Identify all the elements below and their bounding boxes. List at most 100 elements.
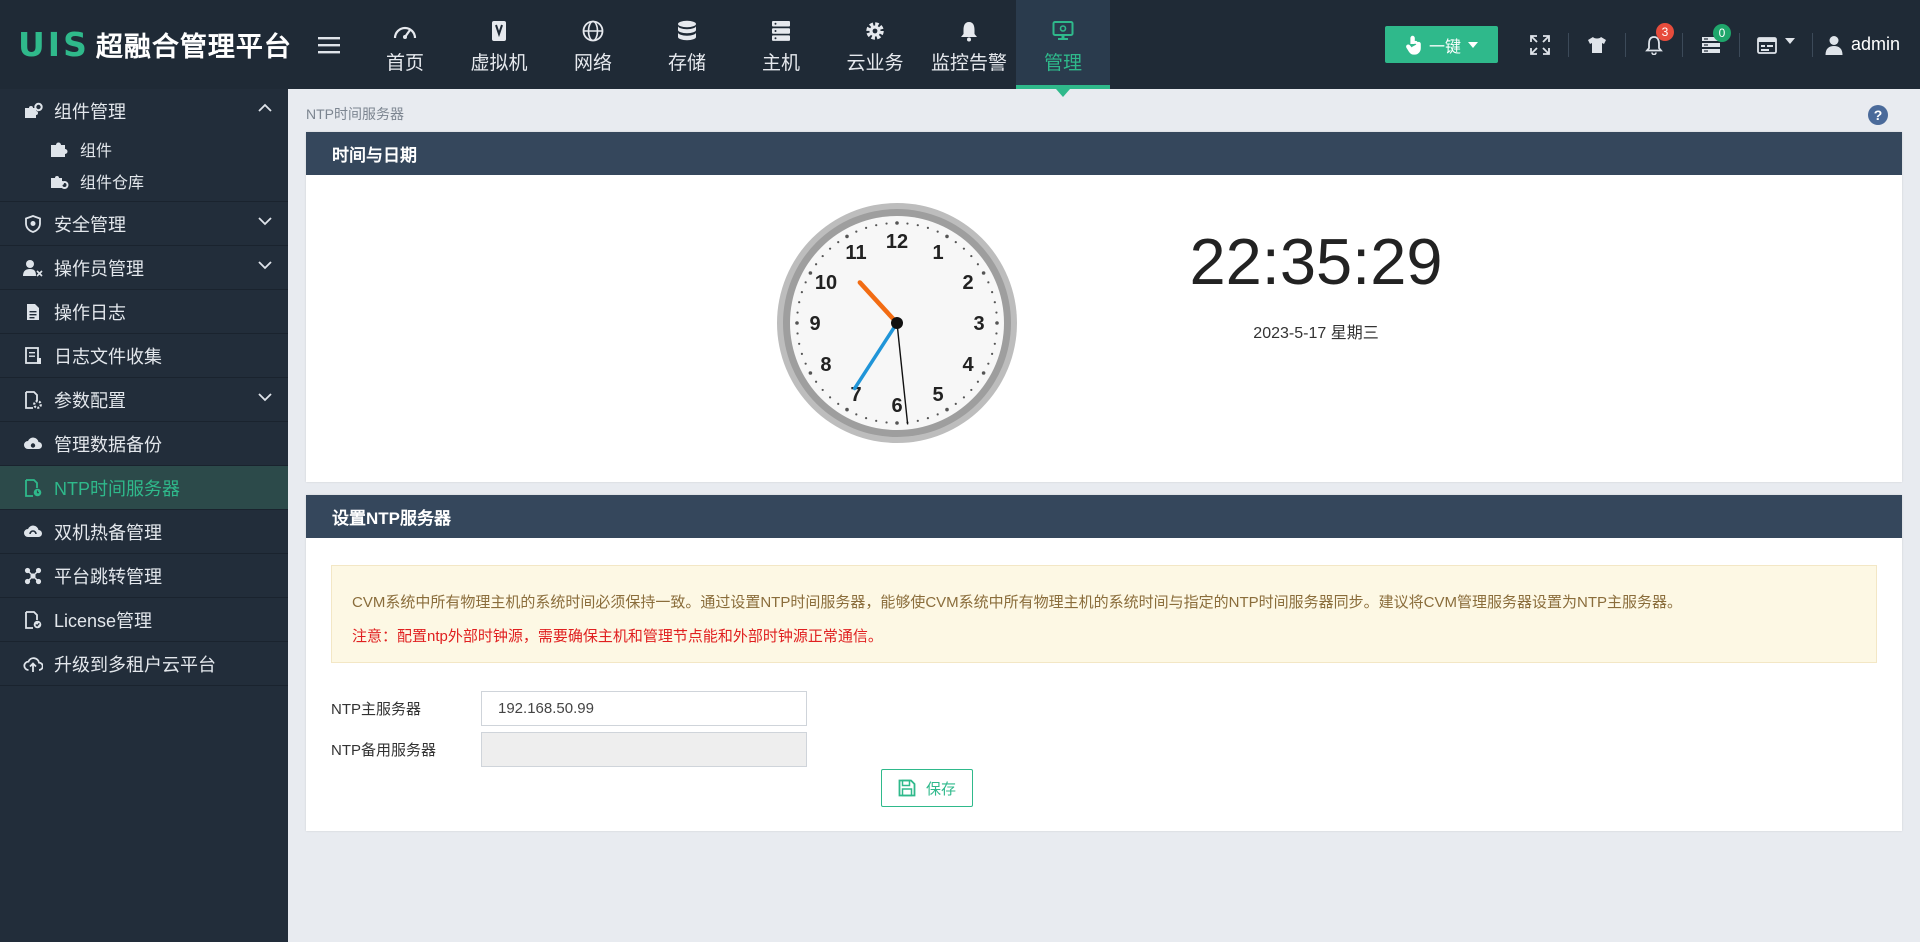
- clock-tick: [926, 226, 930, 229]
- clock-tick: [993, 342, 996, 345]
- cloud-gear-icon: [22, 436, 44, 452]
- clock-tick: [855, 230, 858, 233]
- clock-numeral: 8: [820, 354, 831, 376]
- clock-tick: [991, 352, 994, 356]
- brand-logo: UIS: [18, 25, 90, 64]
- clock-tick: [885, 421, 888, 424]
- clock-numeral: 5: [932, 384, 943, 406]
- clock-tick: [855, 413, 858, 416]
- brand[interactable]: UIS 超融合管理平台: [0, 0, 300, 89]
- clock-tick: [814, 380, 818, 383]
- sidebar-item-hot-standby[interactable]: 双机热备管理: [0, 510, 288, 554]
- sidebar-item-label: 日志文件收集: [54, 346, 162, 367]
- sidebar-item-params[interactable]: 参数配置: [0, 378, 288, 422]
- save-button[interactable]: 保存: [881, 769, 973, 807]
- nav-host[interactable]: 主机: [734, 0, 828, 89]
- clock-tick: [987, 281, 990, 284]
- task-count-badge: 0: [1712, 23, 1731, 42]
- fullscreen-button[interactable]: [1518, 34, 1562, 55]
- clock-tick: [954, 240, 957, 244]
- sidebar-item-operators[interactable]: 操作员管理: [0, 246, 288, 290]
- clock-center-pin: [891, 317, 903, 329]
- nav-storage[interactable]: 存储: [640, 0, 734, 89]
- hamburger-icon: [318, 36, 340, 53]
- sidebar-subitem-component-repo[interactable]: 组件仓库: [0, 165, 288, 197]
- nodes-icon: [22, 567, 44, 585]
- clock-tick: [945, 234, 949, 239]
- divider: [1624, 32, 1626, 57]
- sidebar-item-label: 操作日志: [54, 302, 126, 323]
- clock-numeral: 9: [809, 313, 820, 335]
- nav-vm[interactable]: 虚拟机: [452, 0, 546, 89]
- caret-down-icon: [1784, 37, 1795, 44]
- clock-tick: [821, 254, 824, 258]
- document-icon: [22, 303, 44, 321]
- sidebar-item-ntp-server[interactable]: NTP时间服务器: [0, 466, 288, 510]
- sidebar-item-security[interactable]: 安全管理: [0, 202, 288, 246]
- gear-icon: [864, 14, 886, 42]
- sidebar-item-license[interactable]: License管理: [0, 598, 288, 642]
- clock-tick: [864, 417, 868, 420]
- primary-ntp-input[interactable]: [481, 691, 807, 726]
- puzzle-gear-icon: [48, 172, 70, 190]
- sidebar-subitem-components[interactable]: 组件: [0, 133, 288, 165]
- sidebar-item-data-backup[interactable]: 管理数据备份: [0, 422, 288, 466]
- top-right-toolbar: 一键 3 0 admin: [1384, 0, 1920, 89]
- clock-tick: [916, 419, 919, 422]
- clock-tick: [796, 332, 799, 335]
- clock-tick: [837, 402, 840, 406]
- license-doc-icon: [22, 610, 44, 629]
- menu-toggle-button[interactable]: [300, 0, 358, 89]
- clock-tick: [800, 290, 803, 294]
- user-icon: [1825, 35, 1843, 55]
- sidebar-item-label: NTP时间服务器: [54, 478, 180, 499]
- backup-ntp-row: NTP备用服务器: [331, 732, 807, 767]
- clock-tick: [795, 321, 799, 325]
- theme-button[interactable]: [1575, 36, 1619, 54]
- sidebar-item-label: 组件管理: [54, 102, 126, 122]
- nav-home[interactable]: 首页: [358, 0, 452, 89]
- one-key-button[interactable]: 一键: [1384, 26, 1498, 63]
- sidebar-item-platform-jump[interactable]: 平台跳转管理: [0, 554, 288, 598]
- nav-monitor-alarm[interactable]: 监控告警: [922, 0, 1016, 89]
- clock-tick: [800, 352, 803, 356]
- clock-numeral: 10: [815, 272, 837, 294]
- panel-title: 设置NTP服务器: [306, 495, 1902, 538]
- alarm-button[interactable]: 3: [1632, 22, 1676, 55]
- clock-tick: [895, 421, 899, 425]
- clock-tick: [845, 234, 849, 239]
- sidebar-item-log-collection[interactable]: 日志文件收集: [0, 334, 288, 378]
- nav-network[interactable]: 网络: [546, 0, 640, 89]
- backup-ntp-input[interactable]: [481, 732, 807, 767]
- clock-tick: [962, 396, 966, 399]
- clock-tick: [828, 247, 832, 250]
- sidebar-item-label: 平台跳转管理: [54, 566, 162, 587]
- nav-cloud-service[interactable]: 云业务: [828, 0, 922, 89]
- user-menu[interactable]: admin: [1825, 34, 1900, 55]
- sidebar-subitem-label: 组件: [80, 143, 113, 160]
- sidebar-item-operation-log[interactable]: 操作日志: [0, 290, 288, 334]
- calendar-dropdown[interactable]: [1746, 36, 1806, 54]
- clock-tick: [808, 271, 813, 275]
- clock-numeral: 4: [962, 354, 974, 376]
- nav-label: 虚拟机: [470, 53, 528, 74]
- divider: [1681, 32, 1683, 57]
- sidebar-item-component-management[interactable]: 组件管理: [0, 89, 288, 133]
- task-button[interactable]: 0: [1689, 23, 1733, 54]
- clock-numeral: 6: [891, 395, 902, 417]
- calendar-icon: [1757, 36, 1777, 54]
- breadcrumb: NTP时间服务器: [306, 106, 404, 122]
- chevron-down-icon: [258, 217, 272, 226]
- server-icon: [771, 14, 791, 42]
- expand-icon: [1530, 34, 1550, 55]
- clock-tick: [808, 371, 813, 375]
- nav-management[interactable]: 管理: [1016, 0, 1110, 97]
- clock-tick: [954, 402, 957, 406]
- monitor-icon: [1052, 14, 1074, 42]
- help-icon[interactable]: ?: [1868, 105, 1888, 125]
- clock-tick: [804, 281, 807, 284]
- sidebar-item-upgrade-multitenant[interactable]: 升级到多租户云平台: [0, 642, 288, 686]
- clock-tick: [936, 230, 939, 233]
- clock-tick: [987, 362, 990, 365]
- chevron-down-icon: [258, 261, 272, 270]
